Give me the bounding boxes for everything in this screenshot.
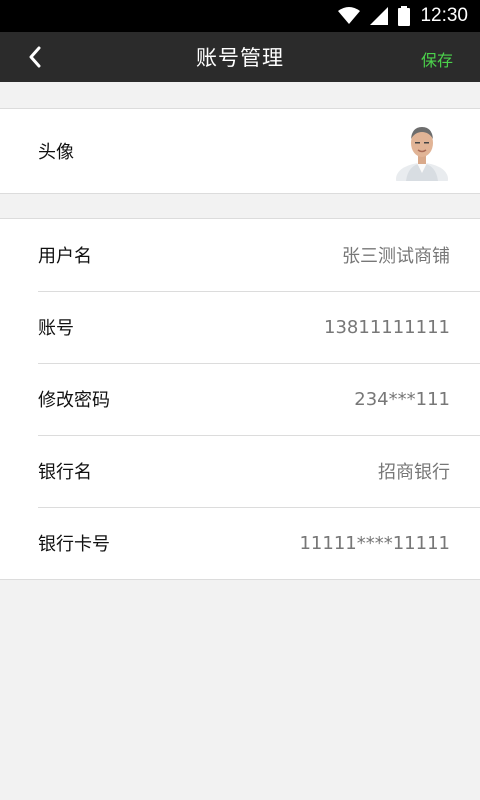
avatar-label: 头像 bbox=[38, 142, 74, 163]
row-label: 银行卡号 bbox=[38, 534, 110, 555]
avatar-row[interactable]: 头像 bbox=[0, 109, 480, 193]
signal-icon bbox=[370, 7, 389, 25]
status-bar: 12:30 bbox=[0, 0, 480, 32]
info-row-account[interactable]: 账号 13811111111 bbox=[0, 291, 480, 363]
account-info-card: 用户名 张三测试商铺 账号 13811111111 修改密码 234***111… bbox=[0, 218, 480, 580]
row-value: 张三测试商铺 bbox=[342, 246, 450, 267]
row-value: 11111****11111 bbox=[299, 532, 450, 554]
toolbar: 账号管理 保存 bbox=[0, 32, 480, 82]
row-value: 招商银行 bbox=[378, 462, 450, 483]
row-label: 银行名 bbox=[38, 462, 92, 483]
info-row-username[interactable]: 用户名 张三测试商铺 bbox=[0, 219, 480, 291]
info-row-bank-name[interactable]: 银行名 招商银行 bbox=[0, 435, 480, 507]
info-row-change-password[interactable]: 修改密码 234***111 bbox=[0, 363, 480, 435]
avatar[interactable] bbox=[396, 121, 448, 181]
info-row-bank-card[interactable]: 银行卡号 11111****11111 bbox=[0, 507, 480, 579]
avatar-card: 头像 bbox=[0, 108, 480, 194]
status-time: 12:30 bbox=[420, 5, 468, 26]
page-title: 账号管理 bbox=[196, 46, 284, 70]
chevron-left-icon bbox=[29, 46, 41, 68]
wifi-icon bbox=[338, 7, 361, 25]
row-label: 用户名 bbox=[38, 246, 92, 267]
row-label: 账号 bbox=[38, 318, 74, 339]
back-button[interactable] bbox=[20, 42, 50, 72]
row-value: 234***111 bbox=[354, 388, 450, 410]
battery-icon bbox=[398, 6, 411, 26]
row-value: 13811111111 bbox=[324, 316, 450, 338]
save-button[interactable]: 保存 bbox=[421, 47, 453, 71]
row-label: 修改密码 bbox=[38, 390, 110, 411]
